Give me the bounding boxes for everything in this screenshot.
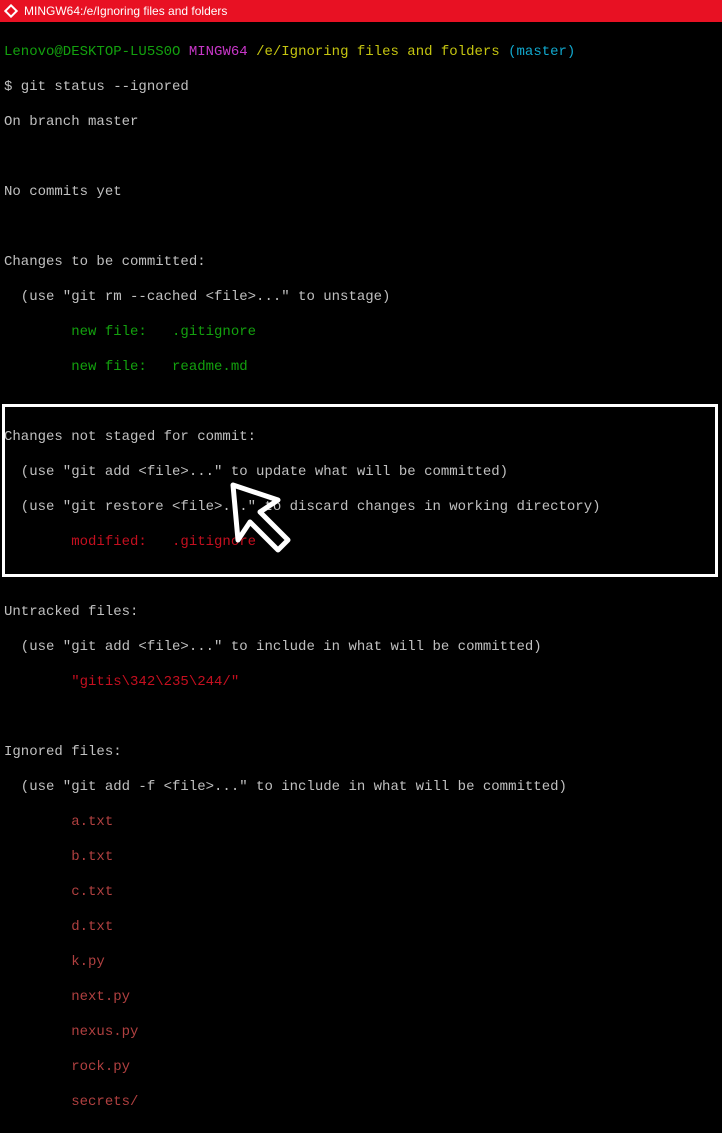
ignored-file: rock.py bbox=[4, 1059, 718, 1077]
user-host: Lenovo@DESKTOP-LU5S0O bbox=[4, 44, 180, 60]
ignored-file: secrets/ bbox=[4, 1094, 718, 1112]
ignored-file: next.py bbox=[4, 989, 718, 1007]
branch-label: (master) bbox=[508, 44, 575, 60]
staged-file: new file: .gitignore bbox=[4, 324, 718, 342]
blank-line bbox=[4, 709, 718, 727]
ignored-file: c.txt bbox=[4, 884, 718, 902]
to-commit-hint: (use "git rm --cached <file>..." to unst… bbox=[4, 289, 718, 307]
not-staged-header: Changes not staged for commit: bbox=[4, 429, 718, 447]
ignored-header: Ignored files: bbox=[4, 744, 718, 762]
env-label: MINGW64 bbox=[189, 44, 248, 60]
to-commit-header: Changes to be committed: bbox=[4, 254, 718, 272]
title-bar-text: MINGW64:/e/Ignoring files and folders bbox=[24, 4, 227, 19]
not-staged-hint: (use "git restore <file>..." to discard … bbox=[4, 499, 718, 517]
ignored-file: k.py bbox=[4, 954, 718, 972]
title-bar: MINGW64:/e/Ignoring files and folders bbox=[0, 0, 722, 22]
modified-file: modified: .gitignore bbox=[4, 534, 718, 552]
not-staged-hint: (use "git add <file>..." to update what … bbox=[4, 464, 718, 482]
untracked-file: "gitis\342\235\244/" bbox=[4, 674, 718, 692]
blank-line bbox=[4, 149, 718, 167]
no-commits-line: No commits yet bbox=[4, 184, 718, 202]
blank-line bbox=[4, 219, 718, 237]
ignored-file: a.txt bbox=[4, 814, 718, 832]
command-line: $ git status --ignored bbox=[4, 79, 718, 97]
path-label: /e/Ignoring files and folders bbox=[256, 44, 500, 60]
blank-line bbox=[4, 394, 718, 412]
untracked-hint: (use "git add <file>..." to include in w… bbox=[4, 639, 718, 657]
ignored-file: b.txt bbox=[4, 849, 718, 867]
ignored-file: d.txt bbox=[4, 919, 718, 937]
blank-line bbox=[4, 569, 718, 587]
prompt-line: Lenovo@DESKTOP-LU5S0O MINGW64 /e/Ignorin… bbox=[4, 44, 718, 62]
ignored-hint: (use "git add -f <file>..." to include i… bbox=[4, 779, 718, 797]
staged-file: new file: readme.md bbox=[4, 359, 718, 377]
branch-info: On branch master bbox=[4, 114, 718, 132]
app-icon bbox=[4, 4, 18, 18]
ignored-file: nexus.py bbox=[4, 1024, 718, 1042]
untracked-header: Untracked files: bbox=[4, 604, 718, 622]
terminal-output[interactable]: Lenovo@DESKTOP-LU5S0O MINGW64 /e/Ignorin… bbox=[0, 22, 722, 1133]
